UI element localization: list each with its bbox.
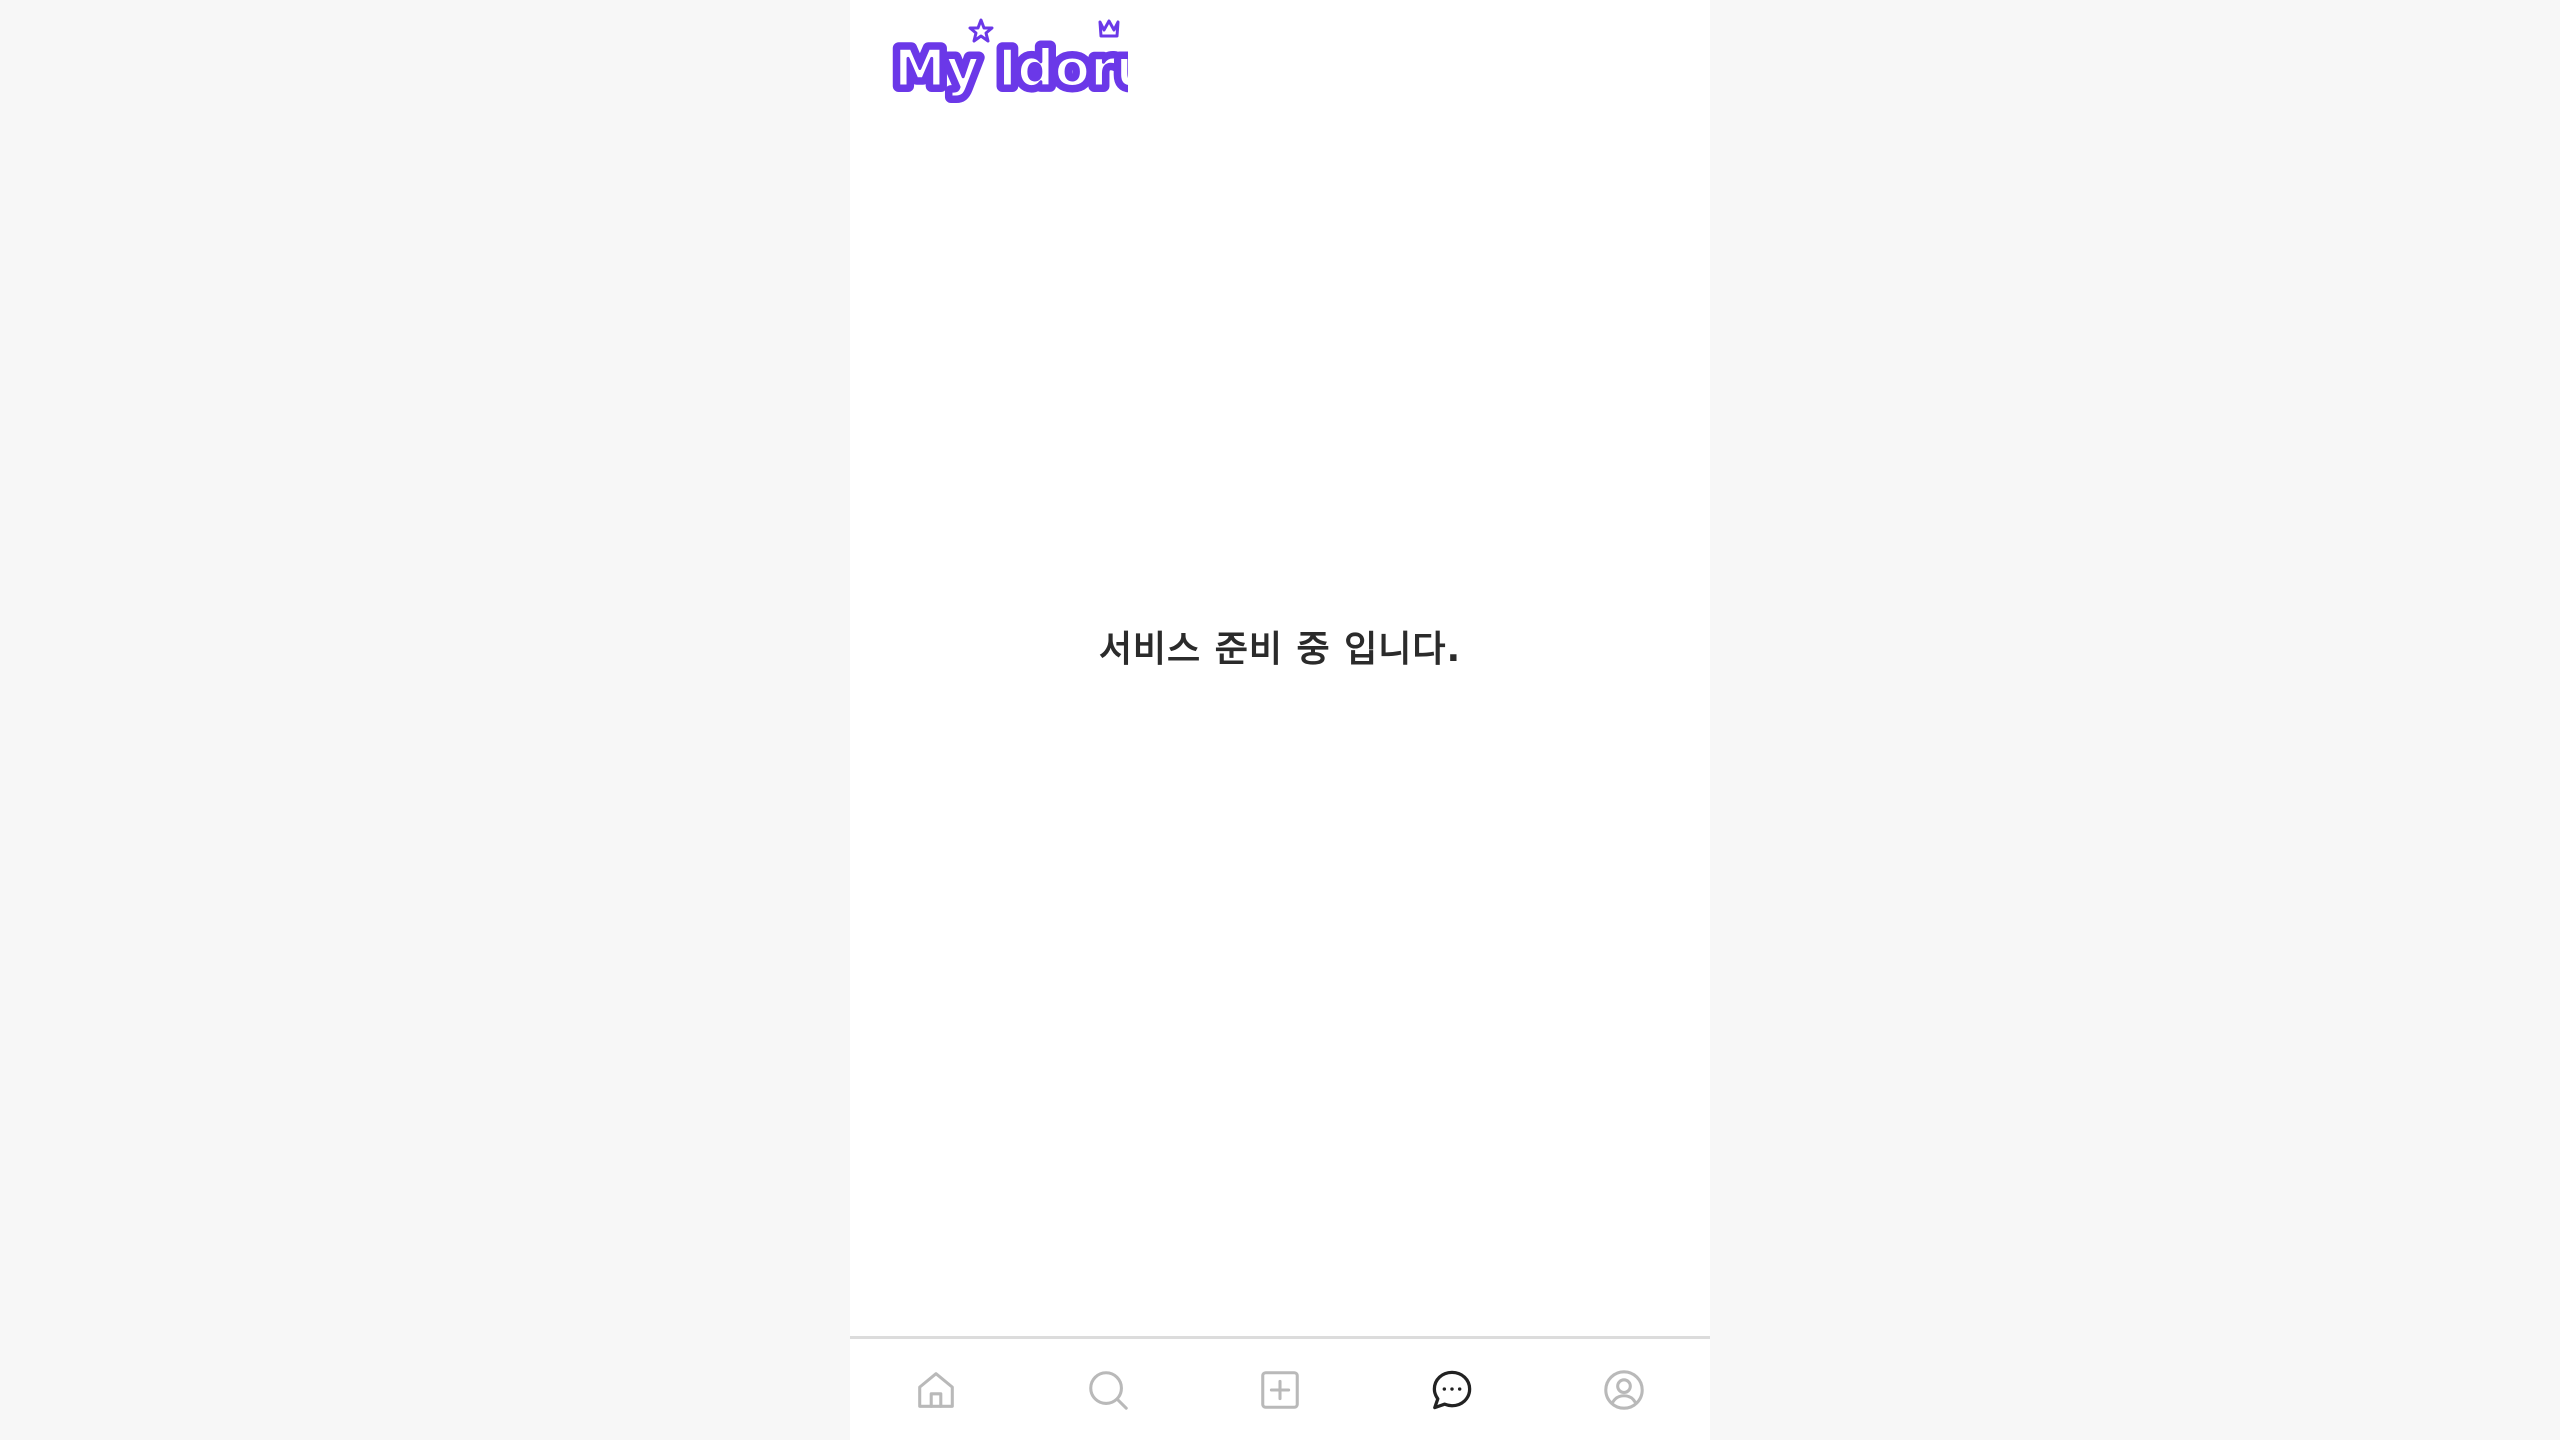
plus-square-icon [1261,1370,1299,1409]
nav-create[interactable] [1194,1339,1366,1440]
bottom-navigation [850,1336,1710,1440]
service-preparing-message: 서비스 준비 중 입니다. [1098,629,1462,670]
main-content: 서비스 준비 중 입니다. [850,110,1710,1336]
app-frame: My Idoru My Idoru 서비스 준비 중 입니다. [850,0,1710,1440]
svg-text:My Idoru: My Idoru [894,39,1128,99]
nav-home[interactable] [850,1339,1022,1440]
search-icon [1089,1370,1128,1410]
home-icon [918,1371,954,1408]
app-logo[interactable]: My Idoru My Idoru [888,16,1159,106]
nav-profile[interactable] [1538,1339,1710,1440]
logo-star-icon [968,18,994,43]
app-header: My Idoru My Idoru [850,0,1710,110]
nav-chat[interactable] [1366,1339,1538,1440]
nav-search[interactable] [1022,1339,1194,1440]
logo-crown-icon [1098,19,1120,38]
my-idoru-logo: My Idoru My Idoru [888,18,1159,105]
user-circle-icon [1604,1369,1644,1410]
chat-bubble-icon [1432,1370,1472,1409]
